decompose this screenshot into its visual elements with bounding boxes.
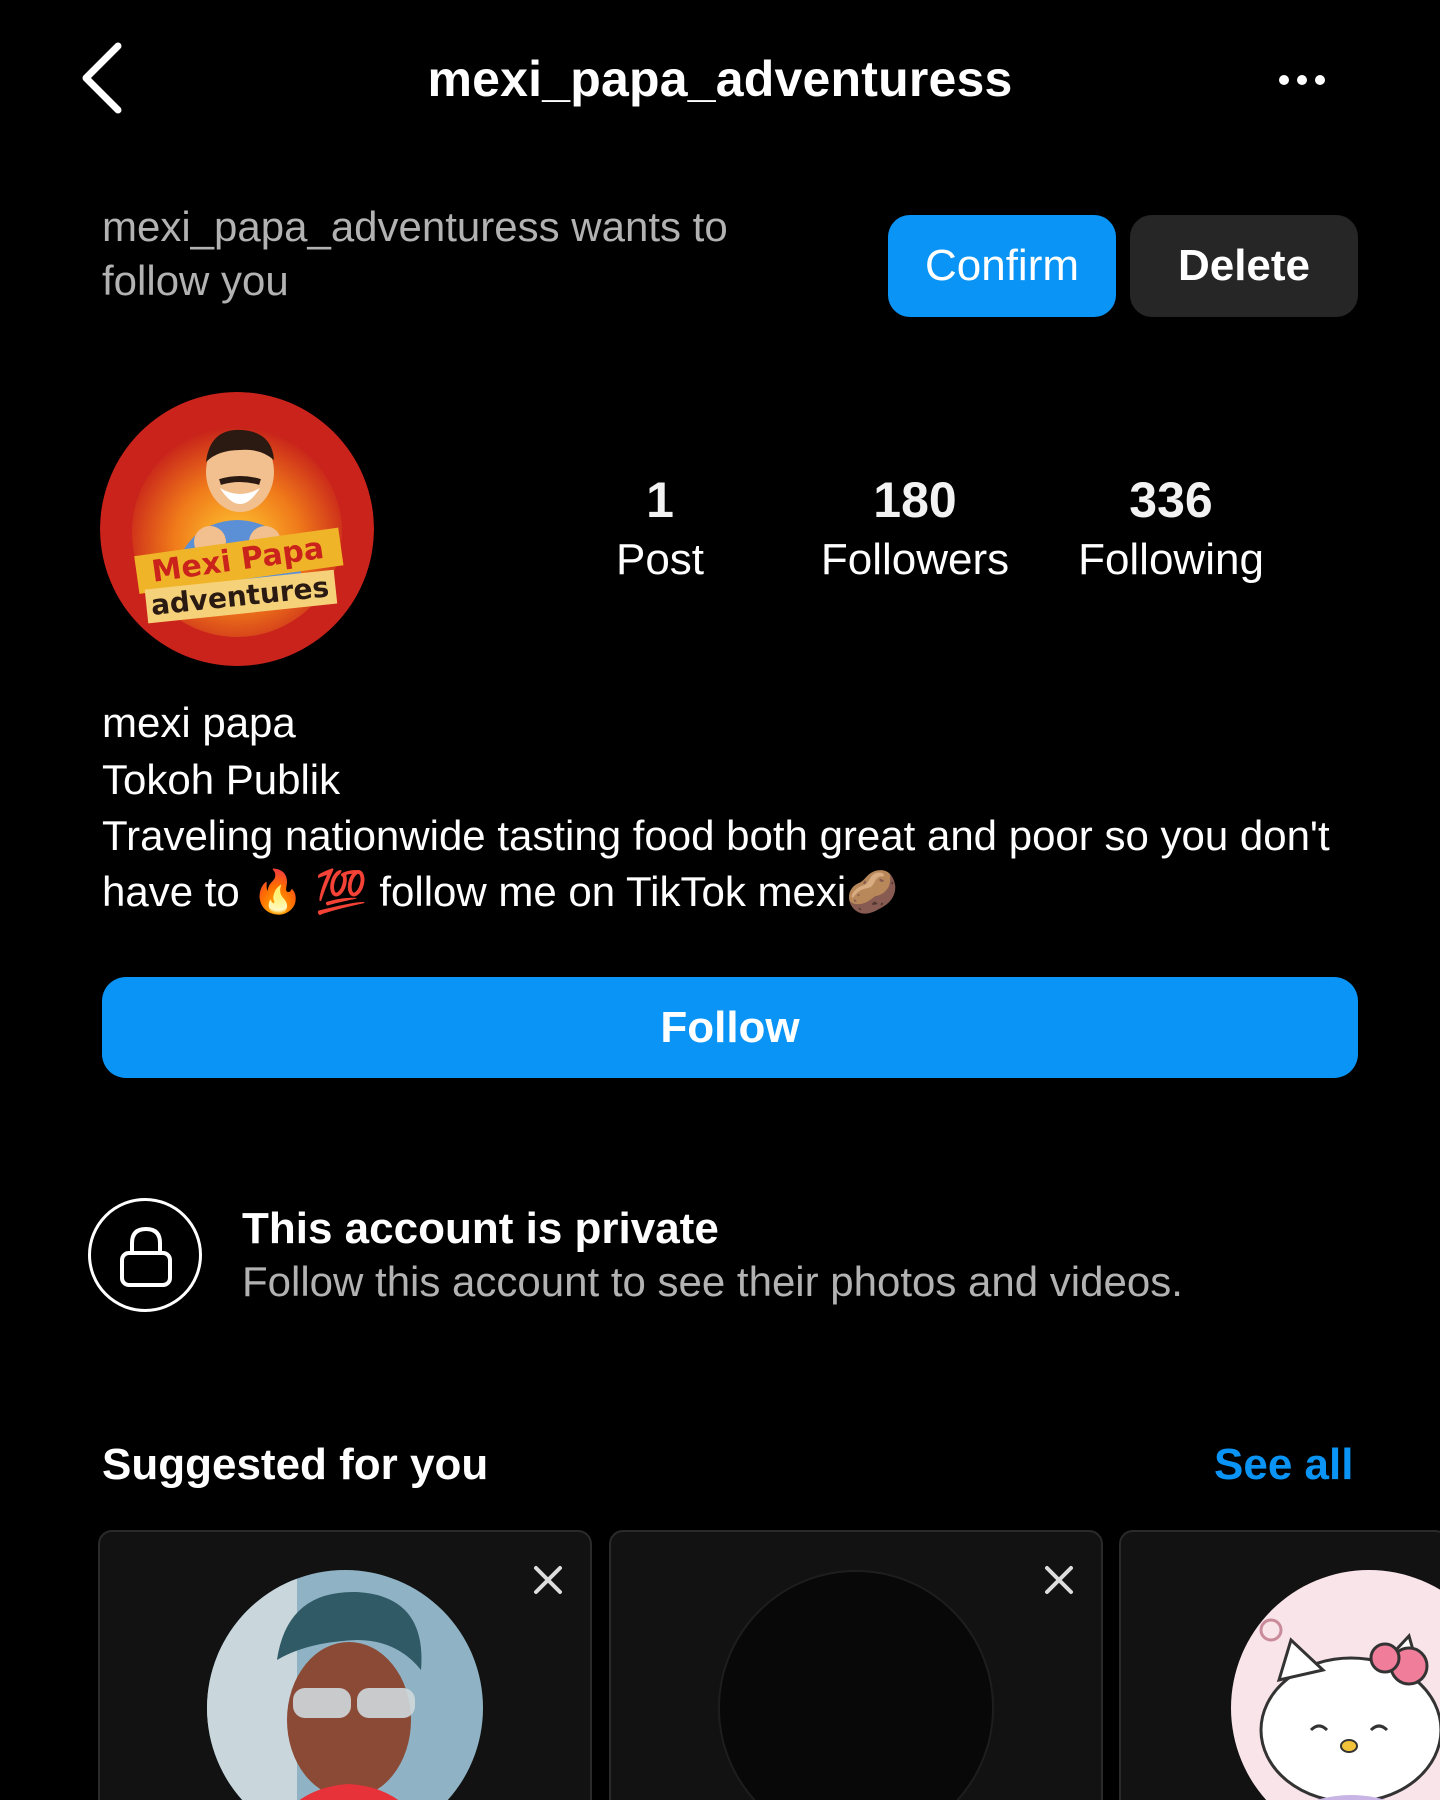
avatar-logo-image: Mexi Papa adventures bbox=[100, 392, 374, 666]
hello-kitty-image bbox=[1231, 1570, 1440, 1800]
profile-username-title: mexi_papa_adventuress bbox=[427, 51, 1013, 107]
suggested-card[interactable] bbox=[98, 1530, 592, 1800]
more-options-button[interactable] bbox=[1272, 60, 1342, 100]
private-lock-badge bbox=[88, 1198, 202, 1312]
suggested-card[interactable] bbox=[609, 1530, 1103, 1800]
posts-count[interactable]: 1 Post bbox=[590, 468, 730, 588]
following-count-label: Following bbox=[1078, 535, 1264, 584]
private-account-subtitle: Follow this account to see their photos … bbox=[242, 1258, 1183, 1305]
profile-page: mexi_papa_adventuress mexi_papa_adventur… bbox=[0, 0, 1440, 1800]
default-avatar-image bbox=[720, 1572, 992, 1800]
delete-request-button[interactable]: Delete bbox=[1130, 215, 1358, 317]
suggested-user-avatar[interactable] bbox=[207, 1570, 483, 1800]
see-all-link[interactable]: See all bbox=[1214, 1436, 1353, 1494]
followers-count[interactable]: 180 Followers bbox=[810, 468, 1020, 588]
suggested-user-avatar[interactable] bbox=[718, 1570, 994, 1800]
more-horizontal-icon bbox=[1279, 75, 1325, 85]
follow-button[interactable]: Follow bbox=[102, 977, 1358, 1078]
profile-category: Tokoh Publik bbox=[102, 756, 341, 803]
lock-icon bbox=[120, 1226, 172, 1287]
profile-bio: Traveling nationwide tasting food both g… bbox=[102, 812, 1330, 915]
posts-count-label: Post bbox=[615, 535, 705, 584]
following-count-value: 336 bbox=[1129, 472, 1213, 528]
confirm-request-button[interactable]: Confirm bbox=[888, 215, 1116, 317]
followers-count-value: 180 bbox=[873, 472, 957, 528]
close-icon bbox=[534, 1566, 562, 1594]
profile-display-name: mexi papa bbox=[102, 699, 296, 746]
private-account-title: This account is private bbox=[242, 1204, 719, 1253]
close-icon bbox=[1045, 1566, 1073, 1594]
dismiss-suggestion-button[interactable] bbox=[1039, 1560, 1079, 1600]
profile-avatar[interactable]: Mexi Papa adventures bbox=[100, 392, 374, 666]
follow-request-text: mexi_papa_adventuress wants to follow yo… bbox=[102, 203, 728, 304]
suggested-user-avatar[interactable] bbox=[1231, 1570, 1440, 1800]
suggested-heading: Suggested for you bbox=[102, 1440, 489, 1489]
user-photo-image bbox=[207, 1570, 483, 1800]
top-nav-bar: mexi_papa_adventuress bbox=[0, 0, 1440, 160]
followers-count-label: Followers bbox=[820, 535, 1010, 584]
suggested-card[interactable] bbox=[1119, 1530, 1440, 1800]
following-count[interactable]: 336 Following bbox=[1066, 468, 1276, 588]
dismiss-suggestion-button[interactable] bbox=[528, 1560, 568, 1600]
posts-count-value: 1 bbox=[646, 472, 674, 528]
